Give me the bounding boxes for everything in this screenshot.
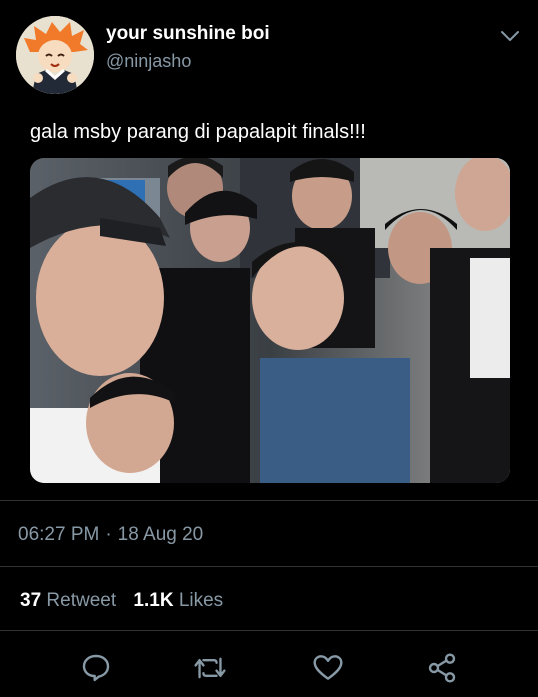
user-handle[interactable]: @ninjasho [106, 49, 270, 73]
display-name[interactable]: your sunshine boi [106, 22, 270, 46]
share-icon[interactable] [422, 648, 462, 688]
tweet-photo[interactable] [30, 158, 510, 483]
retweets-label[interactable]: Retweet [46, 590, 116, 611]
chevron-down-icon[interactable] [498, 24, 522, 48]
tweet-header: your sunshine boi @ninjasho [16, 16, 522, 96]
divider [0, 500, 538, 501]
author-info: your sunshine boi @ninjasho [106, 22, 270, 73]
reply-icon[interactable] [76, 648, 116, 688]
retweet-icon[interactable] [190, 648, 230, 688]
meta-separator: · [105, 524, 112, 545]
tweet-text: gala msby parang di papalapit finals!!! [30, 121, 366, 143]
retweets-count[interactable]: 37 [20, 590, 41, 611]
tweet-time: 06:27 PM [18, 524, 100, 545]
tweet-stats: 37 Retweet 1.1K Likes [20, 590, 235, 612]
likes-label[interactable]: Likes [179, 590, 223, 611]
tweet-date: 18 Aug 20 [117, 524, 204, 545]
divider [0, 630, 538, 631]
heart-icon[interactable] [308, 648, 348, 688]
tweet-timestamp[interactable]: 06:27 PM · 18 Aug 20 [18, 524, 203, 546]
divider [0, 566, 538, 567]
tweet-actions [0, 648, 538, 688]
likes-count[interactable]: 1.1K [133, 590, 173, 611]
avatar[interactable] [16, 16, 94, 94]
